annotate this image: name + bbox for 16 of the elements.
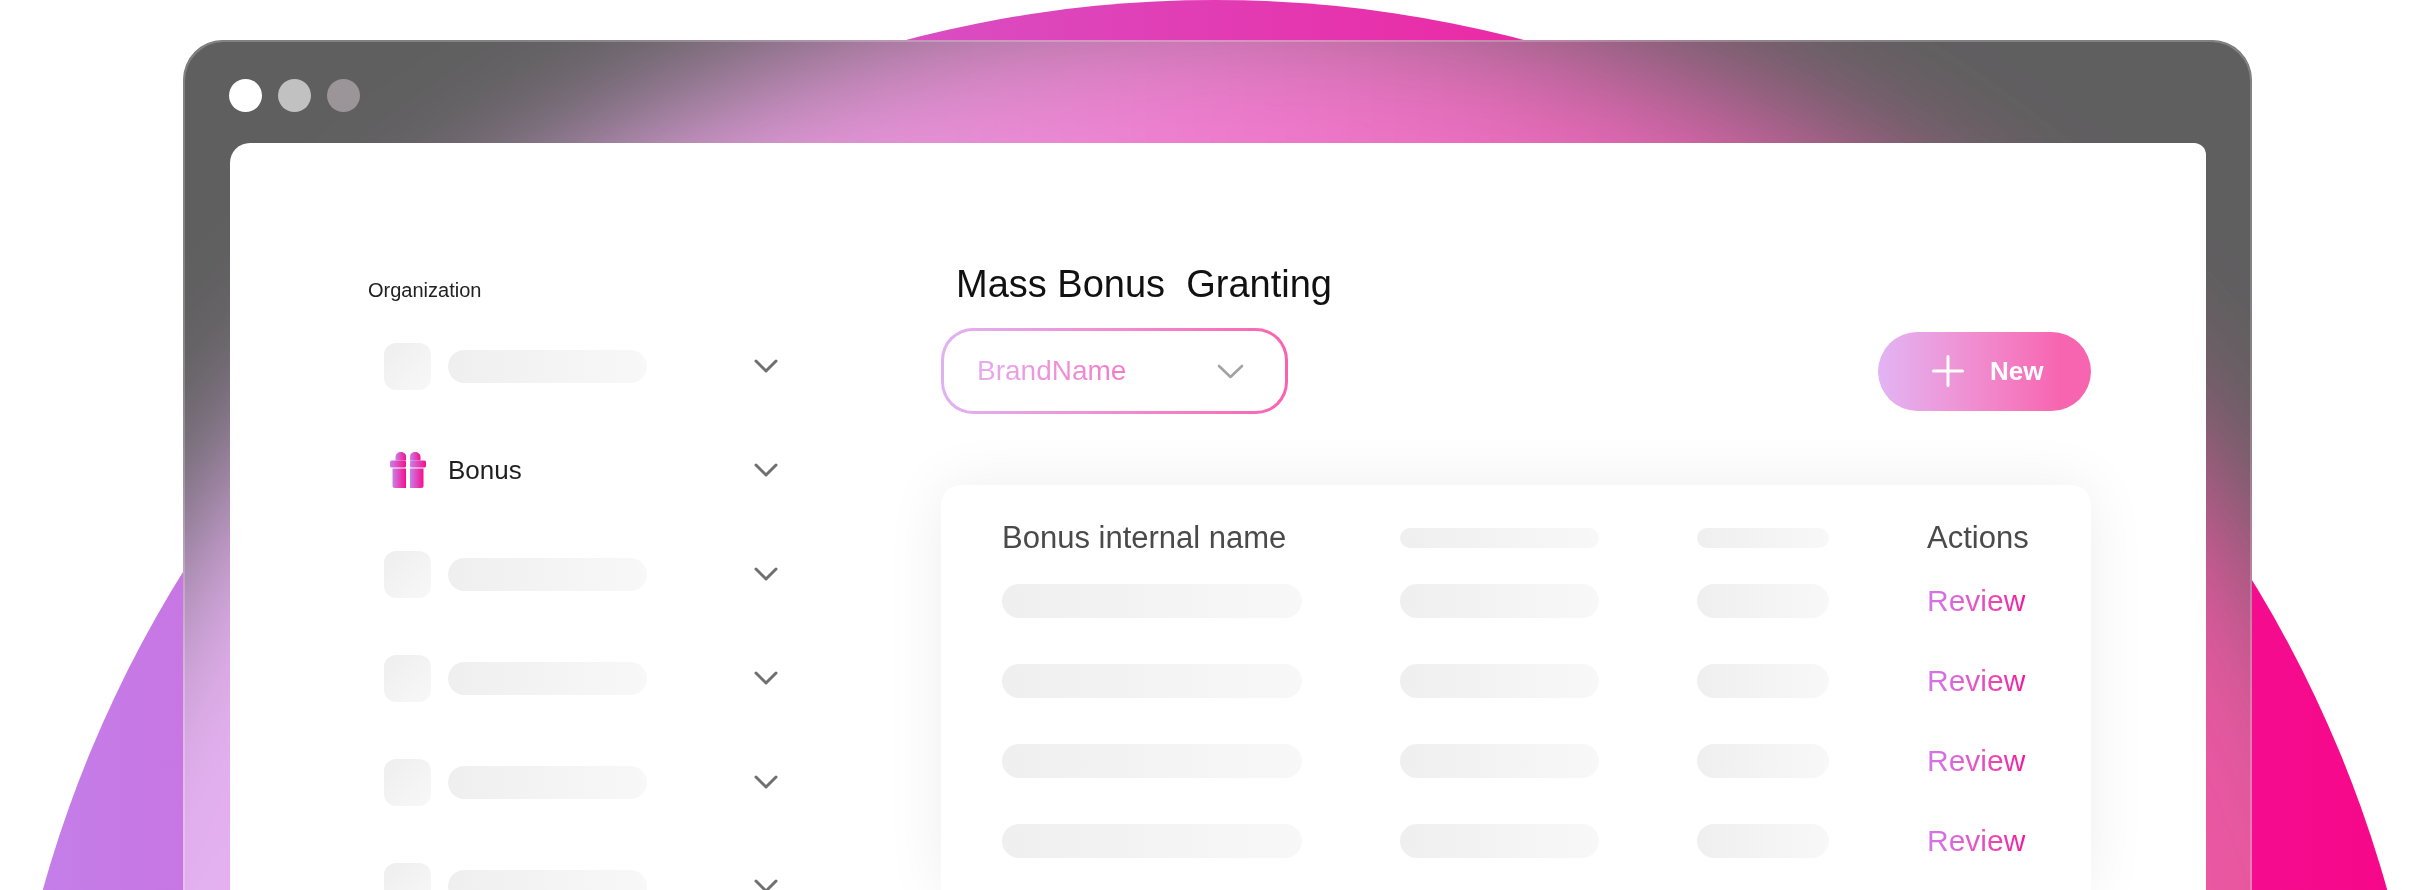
- new-button[interactable]: New: [1878, 331, 2091, 411]
- brand-dropdown[interactable]: BrandName: [941, 328, 1288, 414]
- chevron-down-icon[interactable]: [754, 359, 778, 373]
- sidebar-item[interactable]: Bonus: [448, 454, 522, 486]
- plus-icon: [1932, 355, 1964, 387]
- chevron-down-icon[interactable]: [754, 463, 778, 477]
- chevron-down-icon[interactable]: [754, 567, 778, 581]
- chevron-down-icon[interactable]: [754, 879, 778, 890]
- sidebar-heading: Organization: [368, 278, 482, 302]
- chevron-down-icon: [1217, 363, 1244, 379]
- chevron-down-icon[interactable]: [754, 775, 778, 789]
- gift-icon: [389, 452, 426, 488]
- column-header: Bonus internal name: [1002, 519, 1287, 557]
- chevron-down-icon[interactable]: [754, 671, 778, 685]
- page-title: Mass Bonus Granting: [956, 262, 1332, 306]
- column-header: Actions: [1927, 519, 2029, 557]
